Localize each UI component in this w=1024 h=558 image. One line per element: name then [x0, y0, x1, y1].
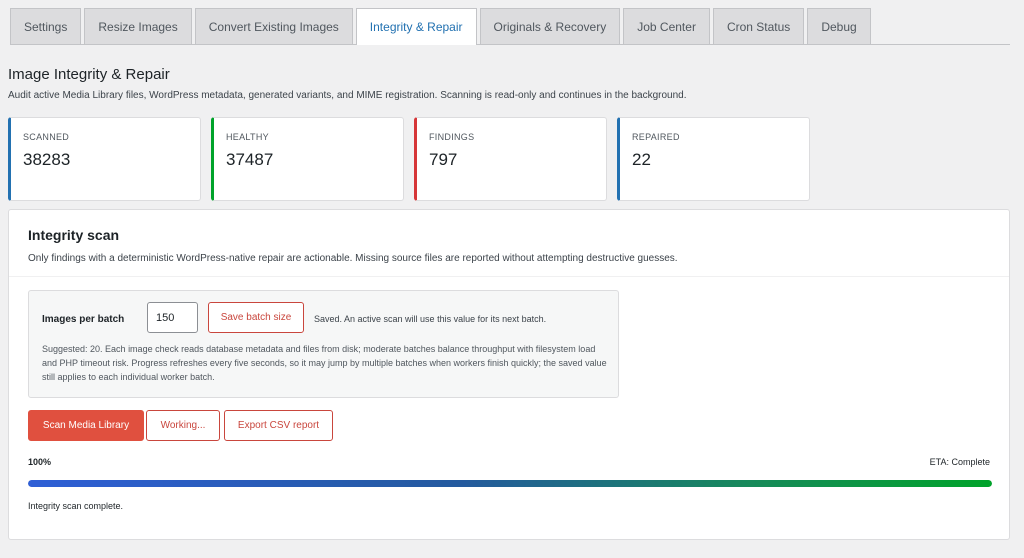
tab-debug[interactable]: Debug: [807, 8, 871, 44]
panel-header: Integrity scan Only findings with a dete…: [9, 210, 1009, 277]
progress-bar: [28, 480, 992, 487]
stat-card-findings: FINDINGS 797: [414, 117, 607, 201]
stat-label: REPAIRED: [632, 132, 680, 142]
integrity-scan-panel: Integrity scan Only findings with a dete…: [8, 209, 1010, 540]
progress-eta: ETA: Complete: [929, 457, 990, 467]
tab-originals-recovery[interactable]: Originals & Recovery: [479, 8, 621, 44]
batch-size-input[interactable]: [147, 302, 198, 333]
stat-label: HEALTHY: [226, 132, 269, 142]
stat-card-healthy: HEALTHY 37487: [211, 117, 404, 201]
panel-description: Only findings with a deterministic WordP…: [28, 253, 678, 264]
tab-convert-existing-images[interactable]: Convert Existing Images: [194, 8, 353, 44]
batch-size-box: Images per batch Save batch size Saved. …: [28, 290, 619, 398]
scan-media-library-button[interactable]: Scan Media Library: [28, 410, 144, 441]
stat-value: 797: [429, 150, 458, 169]
batch-size-label: Images per batch: [42, 314, 125, 325]
tab-resize-images[interactable]: Resize Images: [84, 8, 192, 44]
page-description: Audit active Media Library files, WordPr…: [8, 90, 687, 101]
scan-status: Integrity scan complete.: [28, 501, 124, 511]
tab-job-center[interactable]: Job Center: [623, 8, 710, 44]
stat-value: 37487: [226, 150, 274, 169]
panel-title: Integrity scan: [28, 227, 120, 243]
stat-label: SCANNED: [23, 132, 70, 142]
page-title: Image Integrity & Repair: [8, 66, 170, 83]
saved-note: Saved. An active scan will use this valu…: [314, 314, 547, 324]
save-batch-size-button[interactable]: Save batch size: [208, 302, 304, 333]
progress-fill: [28, 480, 992, 487]
settings-tabs: Settings Resize Images Convert Existing …: [10, 8, 1010, 45]
stat-label: FINDINGS: [429, 132, 475, 142]
tab-integrity-repair[interactable]: Integrity & Repair: [355, 8, 477, 45]
batch-suggestion: Suggested: 20. Each image check reads da…: [42, 344, 607, 382]
stat-cards: SCANNED 38283 HEALTHY 37487 FINDINGS 797…: [8, 117, 820, 201]
stat-card-repaired: REPAIRED 22: [617, 117, 810, 201]
stat-card-scanned: SCANNED 38283: [8, 117, 201, 201]
progress-percent: 100%: [28, 457, 52, 467]
working-button[interactable]: Working...: [146, 410, 220, 441]
tab-cron-status[interactable]: Cron Status: [712, 8, 805, 44]
stat-value: 38283: [23, 150, 71, 169]
export-csv-button[interactable]: Export CSV report: [224, 410, 333, 441]
tab-settings[interactable]: Settings: [10, 8, 82, 44]
stat-value: 22: [632, 150, 651, 169]
